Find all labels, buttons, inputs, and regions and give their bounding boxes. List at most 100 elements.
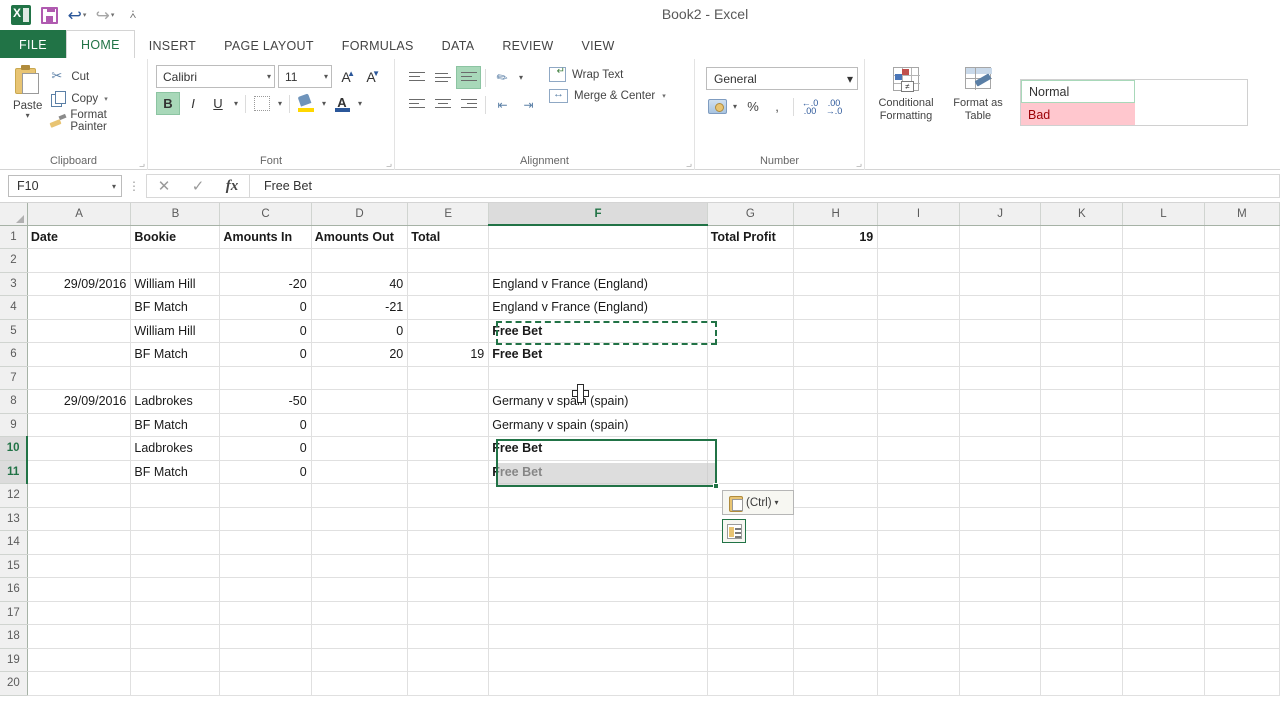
cell-E14[interactable] <box>408 531 489 555</box>
cell-K2[interactable] <box>1041 249 1123 273</box>
cell-M15[interactable] <box>1204 554 1279 578</box>
row-header-10[interactable]: 10 <box>0 437 27 461</box>
cell-H17[interactable] <box>794 601 878 625</box>
align-top-icon[interactable] <box>404 66 429 89</box>
fill-color-button[interactable] <box>294 92 318 115</box>
cell-F12[interactable] <box>489 484 707 508</box>
cell-A14[interactable] <box>27 531 131 555</box>
cell-H9[interactable] <box>794 413 878 437</box>
cell-F20[interactable] <box>489 672 707 696</box>
underline-caret-icon[interactable]: ▾ <box>231 99 241 108</box>
font-color-button[interactable]: A <box>330 92 354 115</box>
cell-E9[interactable] <box>408 413 489 437</box>
cell-K14[interactable] <box>1041 531 1123 555</box>
cell-D6[interactable]: 20 <box>311 343 408 367</box>
cell-G3[interactable] <box>707 272 793 296</box>
accounting-format-button[interactable] <box>706 95 728 118</box>
percent-style-button[interactable]: % <box>742 95 764 118</box>
cell-G5[interactable] <box>707 319 793 343</box>
cut-button[interactable]: Cut <box>50 67 142 86</box>
cell-D2[interactable] <box>311 249 408 273</box>
alignment-dialog-launcher-icon[interactable] <box>683 159 692 168</box>
cell-F5[interactable]: Free Bet <box>489 319 707 343</box>
cell-I19[interactable] <box>878 648 960 672</box>
cell-H6[interactable] <box>794 343 878 367</box>
cell-G16[interactable] <box>707 578 793 602</box>
paste-options-expanded-button[interactable] <box>722 519 746 543</box>
cell-G15[interactable] <box>707 554 793 578</box>
row-header-12[interactable]: 12 <box>0 484 27 508</box>
cell-G18[interactable] <box>707 625 793 649</box>
cell-C4[interactable]: 0 <box>220 296 311 320</box>
decrease-font-size-icon[interactable]: A▼ <box>360 66 382 88</box>
row-header-14[interactable]: 14 <box>0 531 27 555</box>
cell-K11[interactable] <box>1041 460 1123 484</box>
cell-style-bad[interactable]: Bad <box>1021 103 1135 126</box>
cell-E15[interactable] <box>408 554 489 578</box>
cell-B17[interactable] <box>131 601 220 625</box>
cell-A5[interactable] <box>27 319 131 343</box>
cell-B13[interactable] <box>131 507 220 531</box>
cell-F11[interactable]: Free Bet <box>489 460 707 484</box>
cell-F7[interactable] <box>489 366 707 390</box>
cell-J6[interactable] <box>959 343 1041 367</box>
cell-F19[interactable] <box>489 648 707 672</box>
column-header-G[interactable]: G <box>707 203 793 225</box>
cell-C19[interactable] <box>220 648 311 672</box>
cell-H18[interactable] <box>794 625 878 649</box>
cell-L9[interactable] <box>1123 413 1205 437</box>
cell-L16[interactable] <box>1123 578 1205 602</box>
row-header-18[interactable]: 18 <box>0 625 27 649</box>
decrease-indent-icon[interactable]: ⇤ <box>490 93 515 116</box>
cell-I11[interactable] <box>878 460 960 484</box>
comma-style-button[interactable]: , <box>766 95 788 118</box>
cell-L19[interactable] <box>1123 648 1205 672</box>
cell-F4[interactable]: England v France (England) <box>489 296 707 320</box>
paste-caret-icon[interactable]: ▾ <box>26 112 30 119</box>
cell-L5[interactable] <box>1123 319 1205 343</box>
cell-F17[interactable] <box>489 601 707 625</box>
cell-D20[interactable] <box>311 672 408 696</box>
cell-H16[interactable] <box>794 578 878 602</box>
cell-C9[interactable]: 0 <box>220 413 311 437</box>
cell-D11[interactable] <box>311 460 408 484</box>
cell-E1[interactable]: Total <box>408 225 489 249</box>
format-as-table-button[interactable]: Format as Table <box>942 63 1014 123</box>
cell-H10[interactable] <box>794 437 878 461</box>
paste-button[interactable]: Paste ▾ <box>5 63 50 119</box>
cell-A1[interactable]: Date <box>27 225 131 249</box>
format-painter-button[interactable]: Format Painter <box>50 111 142 130</box>
cell-D14[interactable] <box>311 531 408 555</box>
row-header-4[interactable]: 4 <box>0 296 27 320</box>
clipboard-dialog-launcher-icon[interactable] <box>136 159 145 168</box>
cell-L17[interactable] <box>1123 601 1205 625</box>
cell-C10[interactable]: 0 <box>220 437 311 461</box>
increase-indent-icon[interactable]: ⇥ <box>516 93 541 116</box>
cell-M20[interactable] <box>1204 672 1279 696</box>
accounting-caret-icon[interactable]: ▾ <box>730 102 740 111</box>
copy-button[interactable]: Copy ▾ <box>50 89 142 108</box>
cell-B5[interactable]: William Hill <box>131 319 220 343</box>
cell-K6[interactable] <box>1041 343 1123 367</box>
cell-G7[interactable] <box>707 366 793 390</box>
cell-H8[interactable] <box>794 390 878 414</box>
row-header-5[interactable]: 5 <box>0 319 27 343</box>
cell-L14[interactable] <box>1123 531 1205 555</box>
column-header-C[interactable]: C <box>220 203 311 225</box>
cell-E12[interactable] <box>408 484 489 508</box>
wrap-text-button[interactable]: Wrap Text <box>549 67 666 82</box>
cell-H15[interactable] <box>794 554 878 578</box>
cell-M10[interactable] <box>1204 437 1279 461</box>
column-header-M[interactable]: M <box>1204 203 1279 225</box>
cell-A19[interactable] <box>27 648 131 672</box>
name-box[interactable]: F10 ▾ <box>8 175 122 197</box>
cell-B1[interactable]: Bookie <box>131 225 220 249</box>
cell-E11[interactable] <box>408 460 489 484</box>
cell-J14[interactable] <box>959 531 1041 555</box>
cell-D10[interactable] <box>311 437 408 461</box>
tab-review[interactable]: REVIEW <box>488 32 567 59</box>
cell-B20[interactable] <box>131 672 220 696</box>
cell-J13[interactable] <box>959 507 1041 531</box>
row-header-20[interactable]: 20 <box>0 672 27 696</box>
cell-M7[interactable] <box>1204 366 1279 390</box>
